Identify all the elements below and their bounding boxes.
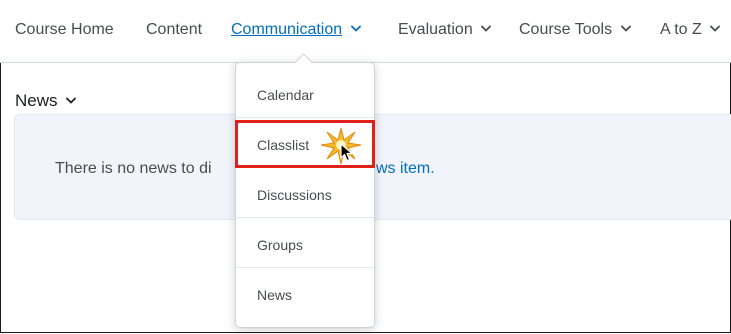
menu-item-discussions-label: Discussions <box>257 187 332 203</box>
chevron-down-icon <box>710 25 721 33</box>
news-empty-message: There is no news to di <box>55 159 212 179</box>
nav-content-label: Content <box>146 21 203 38</box>
nav-course-tools-label: Course Tools <box>519 21 613 38</box>
create-news-link[interactable]: ws item. <box>376 159 435 179</box>
nav-course-home[interactable]: Course Home <box>15 18 114 42</box>
chevron-down-icon <box>620 25 631 33</box>
nav-content[interactable]: Content <box>146 18 202 42</box>
news-empty-text: There is no news to di <box>55 160 212 177</box>
nav-a-to-z-label: A to Z <box>660 21 702 38</box>
menu-item-classlist-label: Classlist <box>257 137 310 153</box>
create-news-link-text: ws item. <box>376 160 435 177</box>
menu-item-calendar[interactable]: Calendar <box>236 68 374 118</box>
news-widget-title[interactable]: News <box>15 89 77 113</box>
menu-item-calendar-label: Calendar <box>257 87 314 103</box>
communication-dropdown-menu: Calendar Classlist Discussions Groups Ne… <box>235 53 375 328</box>
menu-item-news-label: News <box>257 287 293 303</box>
nav-evaluation[interactable]: Evaluation <box>398 18 492 42</box>
menu-item-news[interactable]: News <box>236 268 374 318</box>
nav-course-home-label: Course Home <box>15 21 114 38</box>
menu-item-groups[interactable]: Groups <box>236 218 374 268</box>
course-navbar: Course Home Content Communication Evalua… <box>0 0 731 63</box>
chevron-down-icon <box>66 97 77 104</box>
nav-communication[interactable]: Communication <box>231 18 361 42</box>
menu-item-discussions[interactable]: Discussions <box>236 168 374 218</box>
mouse-pointer-icon <box>340 143 353 162</box>
chevron-down-icon <box>350 25 361 33</box>
nav-evaluation-label: Evaluation <box>398 21 473 38</box>
nav-a-to-z[interactable]: A to Z <box>660 18 721 42</box>
menu-item-groups-label: Groups <box>257 237 303 253</box>
news-title-text: News <box>15 91 58 110</box>
chevron-down-icon <box>481 25 492 33</box>
nav-communication-label: Communication <box>231 21 343 38</box>
nav-course-tools[interactable]: Course Tools <box>519 18 631 42</box>
